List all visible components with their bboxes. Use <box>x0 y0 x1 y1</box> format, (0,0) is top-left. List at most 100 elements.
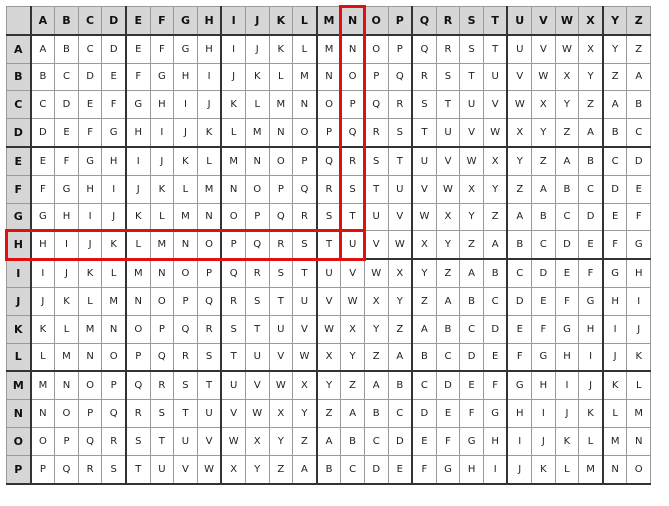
cipher-cell: N <box>30 399 56 428</box>
cipher-cell: R <box>435 34 461 64</box>
cipher-cell: T <box>435 90 461 120</box>
cipher-cell: Y <box>316 370 342 401</box>
cipher-cell: F <box>411 454 437 485</box>
row-header-n: N <box>5 399 32 428</box>
cipher-cell: T <box>411 118 437 148</box>
cipher-cell: M <box>54 342 79 373</box>
cipher-cell: Q <box>292 174 318 204</box>
cipher-cell: U <box>196 399 223 428</box>
cipher-cell: G <box>77 146 103 176</box>
cipher-cell: G <box>54 174 79 204</box>
cipher-cell: H <box>196 34 223 64</box>
cipher-cell: Q <box>77 426 103 456</box>
cipher-cell: H <box>54 202 79 232</box>
cipher-cell: I <box>149 118 175 148</box>
cipher-cell: B <box>411 342 437 373</box>
cipher-cell: B <box>435 314 461 344</box>
cipher-cell: C <box>506 258 533 288</box>
cipher-cell: F <box>77 118 103 148</box>
cipher-cell: X <box>244 426 270 456</box>
cipher-cell: K <box>626 342 652 373</box>
cipher-cell: T <box>363 174 389 204</box>
row-header-k: K <box>5 314 32 344</box>
cipher-cell: N <box>602 454 628 485</box>
cipher-cell: X <box>482 146 509 176</box>
cipher-cell: O <box>173 258 198 288</box>
row-header-o: O <box>5 426 32 456</box>
column-header-c: C <box>77 5 103 36</box>
cipher-cell: W <box>554 34 580 64</box>
cipher-cell: G <box>101 118 127 148</box>
cipher-cell: B <box>554 174 580 204</box>
cipher-cell: Z <box>602 62 628 92</box>
column-header-u: U <box>506 5 533 36</box>
column-header-j: J <box>244 5 270 36</box>
cipher-cell: S <box>220 314 246 344</box>
cipher-cell: H <box>30 230 56 261</box>
cipher-cell: M <box>125 258 151 288</box>
cipher-cell: U <box>482 62 509 92</box>
cipher-cell: A <box>387 342 414 373</box>
cipher-cell: L <box>54 314 79 344</box>
cipher-cell: V <box>387 202 414 232</box>
cipher-cell: T <box>482 34 509 64</box>
cipher-cell: S <box>316 202 342 232</box>
cipher-cell: W <box>506 90 533 120</box>
cipher-cell: R <box>173 342 198 373</box>
cipher-cell: U <box>387 174 414 204</box>
cipher-cell: L <box>554 454 580 485</box>
cipher-cell: A <box>459 258 484 288</box>
cipher-cell: Y <box>459 202 484 232</box>
cipher-cell: U <box>316 258 342 288</box>
cipher-cell: C <box>363 426 389 456</box>
cipher-cell: U <box>363 202 389 232</box>
cipher-cell: X <box>292 370 318 401</box>
cipher-cell: L <box>173 174 198 204</box>
cipher-cell: R <box>149 370 175 401</box>
cipher-cell: R <box>292 202 318 232</box>
cipher-cell: C <box>602 146 628 176</box>
cipher-cell: D <box>363 454 389 485</box>
row-header-c: C <box>5 90 32 120</box>
cipher-cell: P <box>244 202 270 232</box>
cipher-cell: T <box>268 286 294 316</box>
cipher-cell: A <box>292 454 318 485</box>
column-header-l: L <box>292 5 318 36</box>
cipher-cell: Z <box>316 399 342 428</box>
cipher-cell: Z <box>363 342 389 373</box>
cipher-cell: F <box>626 202 652 232</box>
cipher-cell: S <box>340 174 365 204</box>
row-header-j: J <box>5 286 32 316</box>
cipher-cell: G <box>459 426 484 456</box>
cipher-cell: B <box>531 202 556 232</box>
cipher-cell: V <box>316 286 342 316</box>
cipher-cell: Z <box>340 370 365 401</box>
cipher-cell: E <box>578 230 604 261</box>
row-header-d: D <box>5 118 32 148</box>
cipher-cell: X <box>435 202 461 232</box>
cipher-cell: E <box>626 174 652 204</box>
cipher-cell: D <box>554 230 580 261</box>
column-header-d: D <box>101 5 127 36</box>
cipher-cell: S <box>435 62 461 92</box>
column-header-o: O <box>363 5 389 36</box>
cipher-cell: G <box>30 202 56 232</box>
cipher-cell: H <box>77 174 103 204</box>
cipher-cell: F <box>578 258 604 288</box>
cipher-cell: Z <box>482 202 509 232</box>
cipher-cell: J <box>506 454 533 485</box>
cipher-cell: U <box>506 34 533 64</box>
cipher-cell: A <box>363 370 389 401</box>
cipher-cell: H <box>626 258 652 288</box>
cipher-cell: O <box>149 286 175 316</box>
cipher-cell: X <box>220 454 246 485</box>
table-row: PPQRSTUVWXYZABCDEFGHIJKLMNO <box>5 454 652 485</box>
cipher-cell: W <box>435 174 461 204</box>
cipher-cell: D <box>387 426 414 456</box>
cipher-cell: S <box>292 230 318 261</box>
cipher-cell: E <box>435 399 461 428</box>
cipher-cell: O <box>292 118 318 148</box>
cipher-cell: O <box>626 454 652 485</box>
cipher-cell: M <box>173 202 198 232</box>
cipher-cell: D <box>54 90 79 120</box>
